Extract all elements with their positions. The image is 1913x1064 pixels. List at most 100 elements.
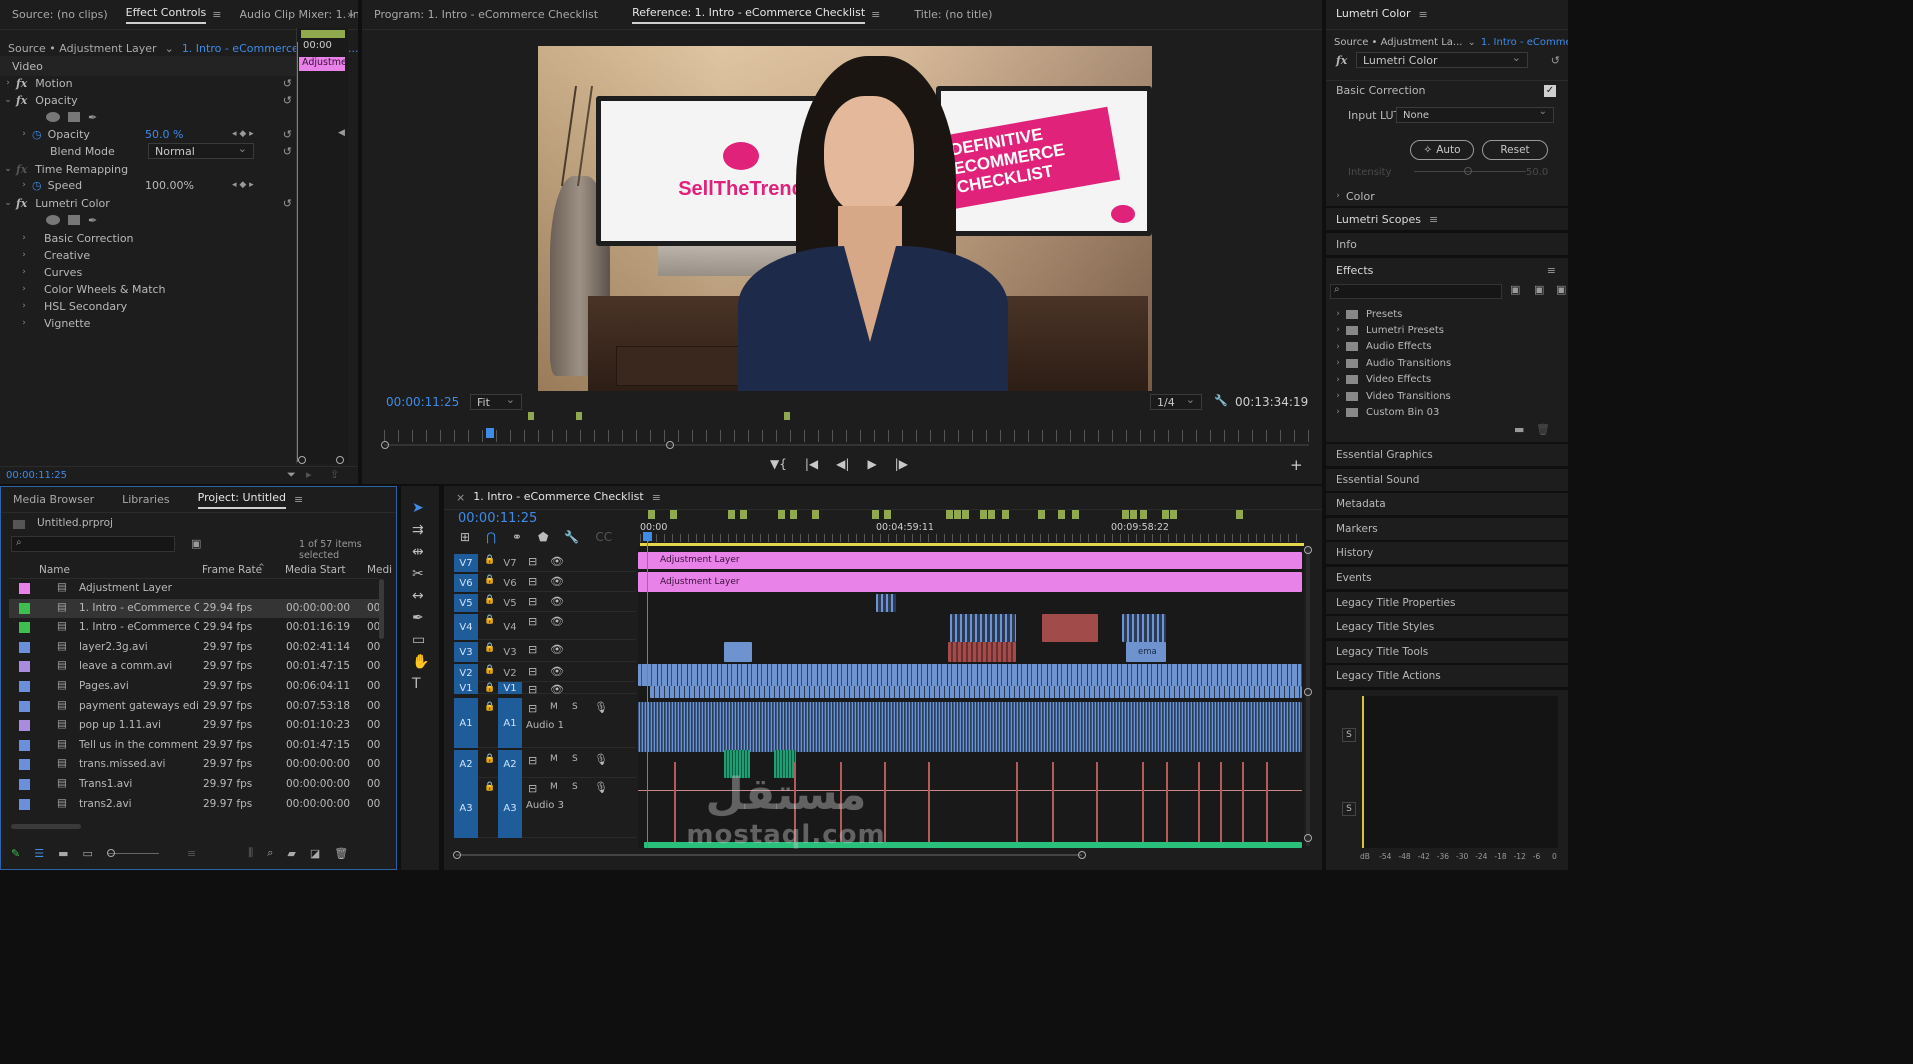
lock-icon[interactable]: 🔒 [484, 702, 495, 712]
ripple-edit-tool-icon[interactable]: ⇹ [412, 544, 429, 560]
menu-icon[interactable]: ≡ [1419, 8, 1428, 21]
captions-icon[interactable]: CC [595, 530, 612, 544]
filter-icon[interactable]: ⏷ [287, 468, 296, 482]
info-title[interactable]: Info [1336, 238, 1357, 251]
trash-icon[interactable]: 🗑 [334, 847, 348, 860]
marker-icon[interactable] [728, 510, 735, 519]
volume-keyframe-line[interactable] [1166, 762, 1168, 842]
menu-icon[interactable]: ≡ [212, 8, 221, 21]
32bit-effects-icon[interactable]: ▣ [1534, 283, 1544, 296]
caret-right-icon[interactable]: › [1330, 325, 1346, 335]
lock-icon[interactable]: 🔒 [484, 782, 495, 792]
project-item-row[interactable]: ▤ Adjustment Layer [9, 579, 379, 598]
tab-sequence[interactable]: 1. Intro - eCommerce Checklist [473, 490, 643, 506]
delete-icon[interactable]: 🗑 [1536, 423, 1550, 436]
intensity-handle[interactable] [1464, 167, 1472, 175]
frame-back-icon[interactable]: ◀| [836, 457, 849, 471]
scopes-title[interactable]: Lumetri Scopes [1336, 213, 1421, 226]
adjustment-layer-clip[interactable]: Adjustment Layer [638, 552, 1302, 569]
tab-project[interactable]: Project: Untitled [197, 491, 286, 509]
volume-keyframe-line[interactable] [928, 762, 930, 842]
sync-lock-icon[interactable]: ⊟ [528, 754, 537, 767]
source-track-toggle[interactable]: A2 [454, 750, 478, 778]
lumetri-item[interactable]: › Vignette [0, 313, 296, 333]
project-item-row[interactable]: ▤ Tell us in the comment.avi 29.97 fps 00:0… [9, 736, 380, 755]
v3-clip[interactable] [724, 642, 752, 662]
zoom-slider[interactable] [106, 848, 159, 857]
fx-icon[interactable]: fx [16, 94, 27, 107]
scrub-ruler[interactable] [384, 430, 1309, 442]
marker-icon[interactable] [1162, 510, 1169, 519]
zoom-handle[interactable] [381, 441, 389, 449]
lock-icon[interactable]: 🔒 [484, 754, 495, 764]
v4-clip[interactable] [1122, 614, 1166, 642]
project-item-row[interactable]: ▤ pop up 1.11.avi 29.97 fps 00:01:10:23 00 [9, 716, 380, 735]
reset-icon[interactable]: ↺ [1551, 54, 1560, 67]
ec-timecode[interactable]: 00:00:11:25 [6, 470, 67, 481]
add-marker-icon[interactable]: ⬟ [538, 530, 548, 544]
auto-button[interactable]: ✧ Auto [1410, 140, 1474, 160]
marker-icon[interactable] [648, 510, 655, 519]
target-track-toggle[interactable]: V4 [498, 614, 522, 640]
mic-icon[interactable]: 🎙 [594, 701, 608, 714]
project-item-row[interactable]: ▤ 1. Intro - eCommerce Check 29.94 fps 00:0… [9, 598, 380, 618]
keyframe-marker-icon[interactable]: ◀ [338, 128, 345, 138]
solo-button[interactable]: S [572, 702, 578, 712]
chevron-down-icon[interactable]: ⌄ [1467, 37, 1475, 48]
menu-icon[interactable]: ≡ [1547, 264, 1556, 277]
marker-icon[interactable] [1038, 510, 1045, 519]
caret-right-icon[interactable]: › [16, 233, 32, 243]
collapsed-panel-title[interactable]: Essential Graphics [1336, 449, 1433, 461]
fx-icon[interactable]: fx [16, 77, 27, 90]
track-select-tool-icon[interactable]: ⇉ [412, 522, 429, 538]
label-color-swatch[interactable] [19, 681, 30, 692]
pen-mask-icon[interactable]: ✒ [88, 111, 97, 124]
scroll-handle[interactable] [298, 456, 306, 464]
col-media-start[interactable]: Media Start [285, 564, 346, 576]
sync-lock-icon[interactable]: ⊟ [528, 643, 537, 656]
label-color-swatch[interactable] [19, 641, 30, 653]
collapsed-panel[interactable]: Metadata [1326, 493, 1568, 516]
marker-icon[interactable] [962, 510, 969, 519]
source-track-toggle[interactable]: V3 [454, 642, 478, 662]
target-track-toggle[interactable]: A3 [498, 778, 522, 838]
speed-value[interactable]: 100.00% [145, 179, 194, 192]
caret-right-icon[interactable]: › [16, 318, 32, 328]
eye-icon[interactable]: 👁 [550, 665, 564, 678]
solo-button[interactable]: S [1342, 728, 1356, 742]
label-color-swatch[interactable] [19, 739, 30, 751]
reset-icon[interactable]: ↺ [283, 145, 292, 158]
marker-icon[interactable] [790, 510, 797, 519]
volume-keyframe-line[interactable] [1266, 762, 1268, 842]
mute-button[interactable]: M [550, 702, 558, 712]
sync-lock-icon[interactable]: ⊟ [528, 782, 537, 795]
v3-clip[interactable]: ema [1126, 642, 1166, 662]
intensity-value[interactable]: 50.0 [1526, 167, 1548, 178]
volume-keyframe-line[interactable] [1198, 762, 1200, 842]
v1-clip-strip[interactable] [650, 686, 1302, 698]
chevron-double-right-icon[interactable]: » [347, 8, 354, 21]
scroll-handle[interactable] [1078, 851, 1086, 859]
lock-icon[interactable]: 🔒 [484, 615, 495, 625]
tab-source[interactable]: Source: (no clips) [12, 8, 108, 21]
project-hscroll[interactable] [11, 824, 81, 829]
effects-search-input[interactable]: ⌕ [1330, 284, 1502, 299]
v5-clip[interactable] [876, 594, 896, 612]
color-row[interactable]: › Color [1326, 186, 1568, 206]
target-track-toggle[interactable]: V6 [498, 574, 522, 592]
pencil-icon[interactable]: ✎ [11, 847, 20, 860]
label-color-swatch[interactable] [19, 602, 30, 614]
chevron-down-icon[interactable]: ⌄ [165, 42, 174, 55]
solo-button[interactable]: S [572, 782, 578, 792]
collapsed-panel[interactable]: History [1326, 542, 1568, 565]
collapsed-panel-title[interactable]: Legacy Title Properties [1336, 597, 1455, 609]
collapsed-panel[interactable]: Legacy Title Styles [1326, 616, 1568, 639]
collapsed-panel-title[interactable]: Legacy Title Styles [1336, 621, 1434, 633]
v4-clip[interactable] [1042, 614, 1098, 642]
volume-keyframe-line[interactable] [1096, 762, 1098, 842]
eye-icon[interactable]: 👁 [550, 683, 564, 696]
eye-icon[interactable]: 👁 [550, 595, 564, 608]
list-view-icon[interactable]: ☰ [34, 847, 44, 860]
resolution-select[interactable]: 1/4 [1150, 393, 1202, 410]
project-item-row[interactable]: ▤ 1. Intro - eCommerce Check 29.94 fps 00:0… [9, 618, 380, 637]
